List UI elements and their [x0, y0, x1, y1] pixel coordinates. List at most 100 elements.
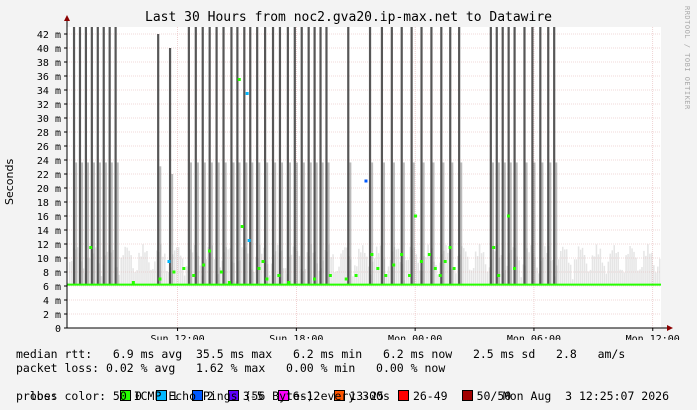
smoke-band	[565, 249, 568, 285]
latency-smoke	[509, 162, 512, 285]
latency-spike	[307, 27, 310, 285]
latency-smoke	[266, 162, 269, 285]
loss-mark	[245, 92, 249, 95]
smoke-band	[605, 273, 608, 285]
smoke-band	[152, 269, 154, 285]
loss-mark	[384, 274, 388, 277]
latency-smoke	[422, 162, 425, 285]
latency-smoke	[224, 162, 227, 285]
latency-smoke	[533, 162, 536, 285]
smoke-band	[177, 247, 180, 285]
latency-spike	[313, 27, 316, 285]
loss-mark	[287, 281, 291, 284]
smoke-band	[276, 245, 279, 285]
latency-smoke	[497, 162, 500, 285]
smoke-band	[126, 247, 128, 285]
smoke-band	[474, 251, 477, 285]
y-tick-label: 0	[55, 324, 61, 335]
latency-spike	[78, 27, 82, 285]
loss-mark	[408, 274, 412, 277]
smoke-band	[603, 265, 606, 285]
latency-spike	[368, 27, 372, 285]
smoke-band	[284, 268, 287, 285]
latency-smoke	[302, 162, 305, 285]
smoke-band	[181, 258, 184, 285]
smoke-band	[472, 268, 475, 285]
smoke-band	[261, 253, 263, 285]
smoke-band	[455, 273, 457, 285]
loss-mark	[265, 277, 269, 281]
loss-mark	[89, 246, 93, 249]
latency-spike	[90, 27, 93, 285]
smoke-band	[645, 255, 647, 285]
smoke-band	[569, 264, 572, 285]
generated-timestamp: Mon Aug 3 12:25:07 2026	[502, 389, 669, 403]
latency-smoke	[460, 162, 463, 285]
smoke-band	[563, 249, 566, 285]
latency-smoke	[541, 162, 544, 285]
loss-mark	[427, 253, 431, 256]
loss-mark	[413, 214, 417, 218]
latency-spike	[278, 27, 282, 285]
latency-spike	[495, 27, 498, 285]
smoke-band	[601, 262, 604, 285]
latency-smoke	[432, 162, 435, 285]
smoke-band	[583, 254, 586, 285]
y-axis-label: Seconds	[3, 158, 16, 205]
x-tick-label: Mon 00:00	[388, 334, 442, 340]
latency-spike	[215, 27, 218, 285]
latency-smoke	[295, 162, 298, 285]
smoke-band	[585, 263, 588, 285]
y-tick-label: 8 m	[43, 268, 61, 279]
latency-spike	[256, 27, 259, 285]
latency-smoke	[412, 162, 415, 285]
y-tick-label: 36 m	[37, 72, 61, 83]
loss-mark	[344, 277, 348, 281]
loss-color-item-label: 26-49	[412, 389, 448, 403]
smoke-band	[387, 266, 390, 285]
smoke-band	[358, 248, 360, 285]
latency-spike	[523, 27, 526, 285]
smoke-band	[375, 246, 378, 285]
smoke-band	[627, 253, 629, 285]
smoke-band	[227, 249, 229, 285]
smoke-band	[360, 252, 362, 285]
smoke-band	[595, 244, 598, 285]
y-tick-label: 2 m	[43, 310, 61, 321]
smoke-band	[599, 248, 602, 285]
smoke-band	[338, 266, 340, 285]
x-tick-label: Mon 12:00	[626, 334, 680, 340]
smoke-band	[146, 251, 148, 285]
loss-mark	[392, 263, 396, 267]
latency-smoke	[451, 162, 454, 285]
latency-spike	[293, 27, 296, 285]
latency-spike	[243, 27, 246, 285]
smoke-band	[647, 244, 649, 285]
latency-smoke	[383, 162, 386, 285]
latency-smoke	[245, 162, 248, 285]
y-tick-label: 6 m	[43, 282, 61, 293]
smoke-band	[130, 255, 132, 285]
probe-info: probe: 50 ICMP Echo Pings (56 Bytes) eve…	[16, 389, 390, 403]
latency-spike	[440, 27, 443, 285]
smoke-band	[651, 252, 653, 285]
smoke-band	[199, 265, 202, 285]
loss-mark	[364, 179, 368, 183]
latency-spike	[513, 27, 516, 285]
smoke-band	[124, 246, 126, 285]
smoke-band	[631, 248, 633, 285]
smoke-band	[330, 257, 332, 285]
loss-color-swatch	[461, 390, 473, 401]
latency-smoke	[189, 162, 192, 285]
latency-spike	[236, 27, 239, 285]
smoke-band	[635, 257, 637, 285]
loss-mark	[131, 281, 135, 284]
y-tick-label: 12 m	[37, 240, 61, 251]
smoke-band	[463, 248, 465, 285]
loss-mark	[354, 274, 358, 277]
smoke-band	[405, 260, 408, 285]
latency-spike	[114, 27, 117, 285]
latency-smoke	[315, 162, 318, 285]
latency-smoke	[515, 162, 518, 285]
smoke-band	[643, 250, 645, 285]
